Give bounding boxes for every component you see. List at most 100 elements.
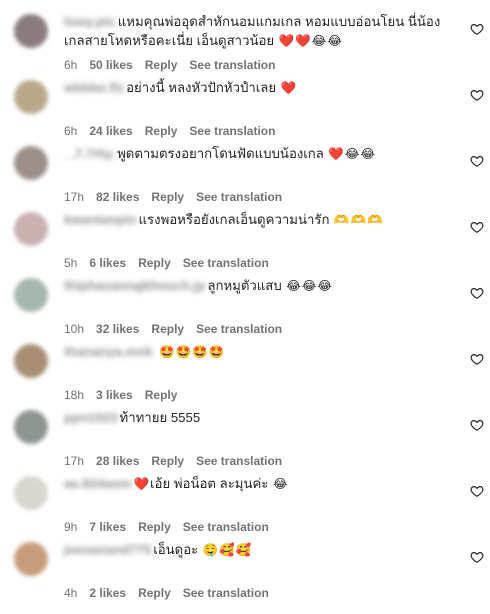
see-translation-link[interactable]: See translation xyxy=(183,586,269,600)
comment-item: lowy.ptc แหมคุณพ่ออุดสำหักนอมแกมเกล หอมแบ… xyxy=(0,8,490,74)
like-heart-icon[interactable] xyxy=(470,22,484,36)
see-translation-link[interactable]: See translation xyxy=(189,124,275,138)
emoji: 😂 xyxy=(268,477,289,491)
reply-button[interactable]: Reply xyxy=(145,124,178,138)
emoji: 😂😂😂 xyxy=(281,279,334,293)
likes-count[interactable]: 24 likes xyxy=(89,124,132,138)
like-heart-icon[interactable] xyxy=(470,550,484,564)
likes-count[interactable]: 3 likes xyxy=(96,388,133,402)
avatar[interactable] xyxy=(14,80,48,114)
username[interactable]: thiphaoanngkhnuch.jp xyxy=(64,278,205,293)
comment-time: 6h xyxy=(64,124,78,138)
avatar[interactable] xyxy=(14,146,48,180)
like-heart-icon[interactable] xyxy=(470,286,484,300)
comment-meta: 5h 6 likes Reply See translation xyxy=(64,256,281,270)
reply-button[interactable]: Reply xyxy=(138,520,171,534)
avatar[interactable] xyxy=(14,542,48,576)
username[interactable]: lowy.ptc xyxy=(64,14,116,29)
reply-button[interactable]: Reply xyxy=(145,388,178,402)
likes-count[interactable]: 28 likes xyxy=(96,454,139,468)
comment-body: _.7.7#ty. พูดตามตรงอยากโดนฟัดแบบน้องเกล ❤… xyxy=(64,144,450,164)
reply-button[interactable]: Reply xyxy=(138,586,171,600)
comment-message: แหมคุณพ่ออุดสำหักนอมแกมเกล หอมแบบอ่อนโยน… xyxy=(64,14,441,48)
see-translation-link[interactable]: See translation xyxy=(189,58,275,72)
comment-body: lowy.ptc แหมคุณพ่ออุดสำหักนอมแกมเกล หอมแบ… xyxy=(64,12,450,51)
likes-count[interactable]: 32 likes xyxy=(96,322,139,336)
likes-count[interactable]: 82 likes xyxy=(96,190,139,204)
comment-meta: 17h 82 likes Reply See translation xyxy=(64,190,294,204)
username[interactable]: kwantanpin xyxy=(64,212,137,227)
comment-meta: 10h 32 likes Reply See translation xyxy=(64,322,294,336)
likes-count[interactable]: 6 likes xyxy=(89,256,126,270)
emoji: ❤️❤️😂😂 xyxy=(274,34,343,48)
emoji: ❤️ xyxy=(276,81,298,95)
comment-meta: 6h 50 likes Reply See translation xyxy=(64,58,287,72)
username[interactable]: thananya.mnk xyxy=(64,344,153,359)
avatar[interactable] xyxy=(14,14,48,48)
emoji: 🤤🥰🥰 xyxy=(198,543,253,557)
comment-meta: 4h 2 likes Reply See translation xyxy=(64,586,281,600)
comment-body: kwantanpin แรงพอหรือยังเกลเอ็นดูความน่ารั… xyxy=(64,210,450,230)
username[interactable]: wbbbe.flz xyxy=(64,80,124,95)
comment-message: ท้าทายย 5555 xyxy=(119,410,201,425)
comment-text: kwantanpin แรงพอหรือยังเกลเอ็นดูความน่ารั… xyxy=(64,210,450,230)
see-translation-link[interactable]: See translation xyxy=(196,322,282,336)
reply-button[interactable]: Reply xyxy=(151,454,184,468)
like-heart-icon[interactable] xyxy=(470,484,484,498)
comment-message: เอ็นดูอะ xyxy=(153,542,199,557)
like-heart-icon[interactable] xyxy=(470,154,484,168)
like-heart-icon[interactable] xyxy=(470,418,484,432)
username[interactable]: ae.824aom xyxy=(64,476,131,491)
like-heart-icon[interactable] xyxy=(470,220,484,234)
comment-message: อย่างนี้ หลงหัวปักหัวปำเลย xyxy=(126,80,277,95)
see-translation-link[interactable]: See translation xyxy=(196,190,282,204)
comment-text: joesanand775 เอ็นดูอะ 🤤🥰🥰 xyxy=(64,540,450,560)
comment-item: thiphaoanngkhnuch.jp ลูกหมูตัวแสบ 😂😂😂 10h 3… xyxy=(0,272,490,338)
comment-message: แรงพอหรือยังเกลเอ็นดูความน่ารัก xyxy=(138,212,330,227)
comment-text: wbbbe.flz อย่างนี้ หลงหัวปักหัวปำเลย ❤️ xyxy=(64,78,450,98)
reply-button[interactable]: Reply xyxy=(138,256,171,270)
comment-meta: 18h 3 likes Reply xyxy=(64,388,189,402)
username[interactable]: joesanand775 xyxy=(64,542,151,557)
comment-item: _.7.7#ty. พูดตามตรงอยากโดนฟัดแบบน้องเกล ❤… xyxy=(0,140,490,206)
avatar[interactable] xyxy=(14,278,48,312)
username[interactable]: _.7.7#ty. xyxy=(64,146,115,161)
comment-text: ae.824aom ❤️เอ้ย พ่อน็อต ละมุนค่ะ 😂 xyxy=(64,474,450,494)
comment-item: ae.824aom ❤️เอ้ย พ่อน็อต ละมุนค่ะ 😂 9h 7 li… xyxy=(0,470,490,536)
reply-button[interactable]: Reply xyxy=(145,58,178,72)
comment-text: ppn1523 ท้าทายย 5555 xyxy=(64,408,450,427)
avatar[interactable] xyxy=(14,410,48,444)
see-translation-link[interactable]: See translation xyxy=(183,256,269,270)
like-heart-icon[interactable] xyxy=(470,88,484,102)
like-heart-icon[interactable] xyxy=(470,352,484,366)
emoji: 🤩🤩🤩🤩 xyxy=(154,345,226,359)
comment-body: thiphaoanngkhnuch.jp ลูกหมูตัวแสบ 😂😂😂 xyxy=(64,276,450,296)
comment-message: พูดตามตรงอยากโดนฟัดแบบน้องเกล xyxy=(117,146,324,161)
avatar[interactable] xyxy=(14,476,48,510)
likes-count[interactable]: 7 likes xyxy=(89,520,126,534)
comment-item: wbbbe.flz อย่างนี้ หลงหัวปักหัวปำเลย ❤️ 6h… xyxy=(0,74,490,140)
comment-text: thiphaoanngkhnuch.jp ลูกหมูตัวแสบ 😂😂😂 xyxy=(64,276,450,296)
comment-meta: 17h 28 likes Reply See translation xyxy=(64,454,294,468)
comment-item: ppn1523 ท้าทายย 5555 17h 28 likes Reply See t… xyxy=(0,404,490,470)
comment-time: 5h xyxy=(64,256,78,270)
comment-time: 17h xyxy=(64,454,85,468)
reply-button[interactable]: Reply xyxy=(151,190,184,204)
likes-count[interactable]: 50 likes xyxy=(89,58,132,72)
comment-time: 10h xyxy=(64,322,85,336)
likes-count[interactable]: 2 likes xyxy=(89,586,126,600)
comment-item: joesanand775 เอ็นดูอะ 🤤🥰🥰 4h 2 likes Reply Se… xyxy=(0,536,490,602)
see-translation-link[interactable]: See translation xyxy=(196,454,282,468)
comment-message: ลูกหมูตัวแสบ xyxy=(207,278,282,293)
comment-text: thananya.mnk 🤩🤩🤩🤩 xyxy=(64,342,450,362)
username[interactable]: ppn1523 xyxy=(64,410,118,425)
comment-body: ae.824aom ❤️เอ้ย พ่อน็อต ละมุนค่ะ 😂 xyxy=(64,474,450,494)
avatar[interactable] xyxy=(14,212,48,246)
comment-body: thananya.mnk 🤩🤩🤩🤩 xyxy=(64,342,450,362)
comment-item: kwantanpin แรงพอหรือยังเกลเอ็นดูความน่ารั… xyxy=(0,206,490,272)
avatar[interactable] xyxy=(14,344,48,378)
reply-button[interactable]: Reply xyxy=(151,322,184,336)
comment-body: joesanand775 เอ็นดูอะ 🤤🥰🥰 xyxy=(64,540,450,560)
comment-body: ppn1523 ท้าทายย 5555 xyxy=(64,408,450,427)
see-translation-link[interactable]: See translation xyxy=(183,520,269,534)
